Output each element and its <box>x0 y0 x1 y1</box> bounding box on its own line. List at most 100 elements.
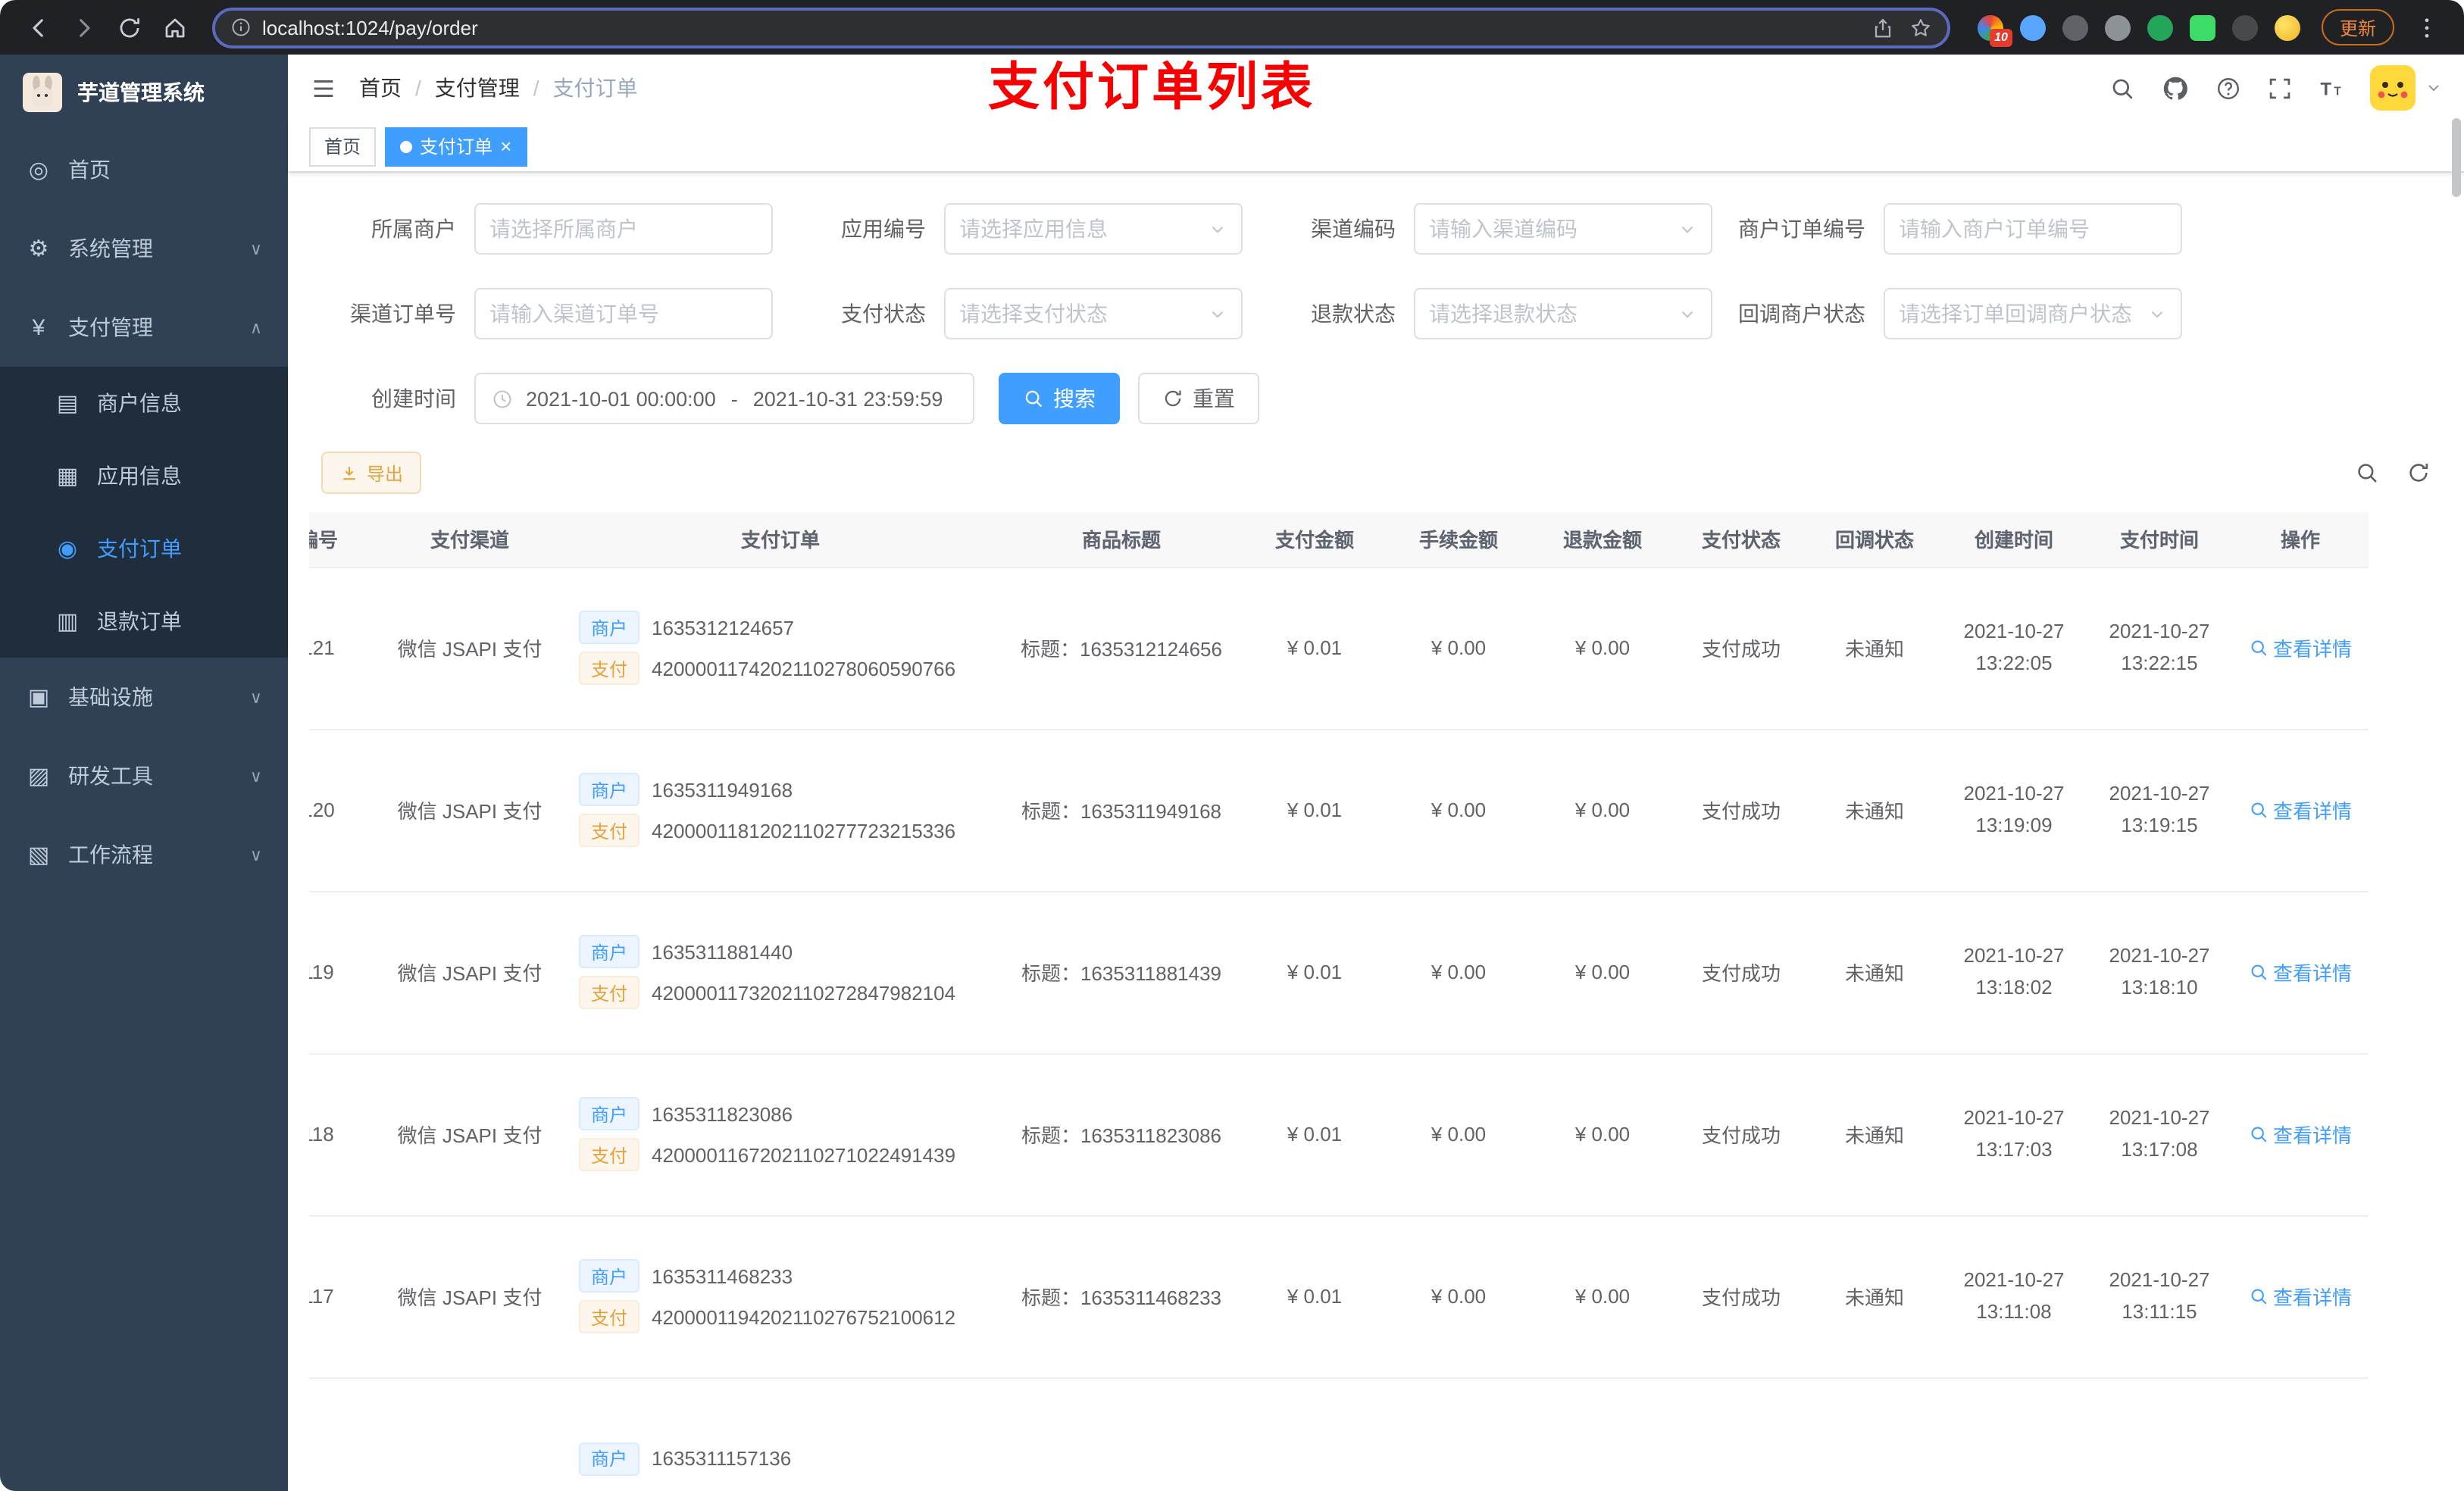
dark-circle-icon[interactable] <box>2062 14 2088 40</box>
field-label: 创建时间 <box>371 386 456 411</box>
pay-order-number: 4200001194202110276752100612 <box>652 1305 956 1328</box>
bookmark-star-icon[interactable] <box>1909 16 1932 39</box>
fullscreen-icon[interactable] <box>2267 75 2293 101</box>
emoji-face-icon[interactable] <box>2274 14 2300 40</box>
share-icon[interactable] <box>1871 16 1894 39</box>
search-icon[interactable] <box>2109 75 2135 101</box>
merchant-input[interactable] <box>489 217 758 241</box>
github-icon[interactable] <box>2161 73 2190 102</box>
app-no-select[interactable] <box>944 203 1243 255</box>
cell-created: 2021-10-27 13:11:08 <box>1941 1215 2087 1378</box>
user-menu[interactable] <box>2370 65 2443 111</box>
sidebar-item-pay-order[interactable]: ◉ 支付订单 <box>0 512 288 585</box>
back-icon <box>25 14 51 40</box>
refund-status-input[interactable] <box>1429 302 1670 326</box>
sidebar-item-refund-order[interactable]: ▥ 退款订单 <box>0 585 288 658</box>
pay-order-number: 4200001174202110278060590766 <box>652 657 956 680</box>
cell-actions: 查看详情 <box>2232 729 2369 892</box>
notify-status-input[interactable] <box>1899 302 2140 326</box>
cell-fee: ¥ 0.00 <box>1387 1215 1531 1378</box>
pay-order-number: 4200001173202110272847982104 <box>652 981 956 1004</box>
view-detail-link[interactable]: 查看详情 <box>2249 633 2352 662</box>
green-circle-icon[interactable] <box>2147 14 2173 40</box>
toggle-search-icon[interactable] <box>2355 461 2379 485</box>
channel-code-select[interactable] <box>1414 203 1712 255</box>
app-no-input[interactable] <box>959 217 1200 241</box>
gray-circle-icon[interactable] <box>2104 14 2131 40</box>
pay-tag: 支付 <box>579 976 640 1009</box>
merchant-order-number: 1635311949168 <box>652 778 793 801</box>
merchant-order-no-field[interactable] <box>1884 203 2182 255</box>
sidebar-item-infrastructure[interactable]: ▣ 基础设施 ∨ <box>0 658 288 736</box>
tab-home[interactable]: 首页 <box>309 127 377 166</box>
merchant-tag: 商户 <box>579 1097 640 1130</box>
cell-channel: 微信 JSAPI 支付 <box>379 567 561 730</box>
breadcrumb-pay-manage[interactable]: 支付管理 <box>435 73 520 103</box>
close-icon[interactable]: × <box>500 136 511 156</box>
sidebar-item-workflow[interactable]: ▧ 工作流程 ∨ <box>0 815 288 894</box>
table-header-cell: 手续金额 <box>1387 512 1531 567</box>
refund-status-select[interactable] <box>1414 288 1712 339</box>
extensions-colorful-icon[interactable]: 10 <box>1977 14 2012 46</box>
font-size-icon[interactable] <box>2319 75 2344 101</box>
chrome-menu-button[interactable] <box>2406 8 2446 47</box>
back-button[interactable] <box>18 8 58 47</box>
channel-code-input[interactable] <box>1429 217 1670 241</box>
cell-amount: ¥ 0.01 <box>1243 1215 1387 1378</box>
table-header-cell: 回调状态 <box>1808 512 1941 567</box>
sidebar-item-payment[interactable]: ¥ 支付管理 ∧ <box>0 288 288 367</box>
sidebar-item-label: 支付管理 <box>68 315 153 339</box>
create-time-range-picker[interactable]: 2021-10-01 00:00:00 - 2021-10-31 23:59:5… <box>474 373 974 424</box>
breadcrumb-home[interactable]: 首页 <box>359 73 402 103</box>
home-icon <box>161 14 187 40</box>
pay-status-select[interactable] <box>944 288 1243 339</box>
pay-status-input[interactable] <box>959 302 1200 326</box>
cell-notify: 未通知 <box>1808 891 1941 1054</box>
sidebar-item-merchant-info[interactable]: ▤ 商户信息 <box>0 367 288 439</box>
cell-refund: ¥ 0.00 <box>1531 891 1674 1054</box>
sidebar-item-system[interactable]: ⚙ 系统管理 ∨ <box>0 209 288 288</box>
tab-pay-order[interactable]: 支付订单 × <box>385 127 527 166</box>
blue-drop-icon[interactable] <box>2019 14 2046 40</box>
channel-order-no-field[interactable] <box>474 288 773 339</box>
notify-status-select[interactable] <box>1884 288 2182 339</box>
filter-notify-status: 回调商户状态 <box>1728 288 2182 339</box>
forward-button[interactable] <box>64 8 103 47</box>
cell-actions: 查看详情 <box>2232 567 2369 730</box>
user-avatar <box>2370 65 2416 111</box>
cell-id: 120 <box>309 729 379 892</box>
view-detail-link[interactable]: 查看详情 <box>2249 1282 2352 1311</box>
view-detail-link[interactable]: 查看详情 <box>2249 958 2352 986</box>
sidebar-item-home[interactable]: ◎ 首页 <box>0 130 288 209</box>
table-header-cell: 编号 <box>309 512 379 567</box>
filter-channel-order-no: 渠道订单号 <box>318 288 773 339</box>
address-bar[interactable]: localhost:1024/pay/order <box>212 7 1950 48</box>
merchant-select[interactable] <box>474 203 773 255</box>
green-chat-icon[interactable] <box>2189 14 2215 40</box>
refresh-icon[interactable] <box>2406 461 2431 485</box>
chrome-update-button[interactable]: 更新 <box>2321 9 2394 45</box>
chevron-down-icon: ∨ <box>249 240 262 258</box>
pay-order-number: 4200001181202110277723215336 <box>652 819 956 842</box>
merchant-order-no-input[interactable] <box>1899 217 2167 241</box>
cell-created: 2021-10-27 13:22:05 <box>1941 567 2087 730</box>
pay-order-number: 4200001167202110271022491439 <box>652 1143 956 1166</box>
view-detail-link[interactable]: 查看详情 <box>2249 796 2352 824</box>
site-info-icon[interactable] <box>230 17 252 38</box>
reset-button[interactable]: 重置 <box>1138 373 1259 424</box>
view-detail-link[interactable]: 查看详情 <box>2249 1120 2352 1149</box>
search-button[interactable]: 搜索 <box>999 373 1120 424</box>
sidebar-toggle-icon[interactable] <box>309 73 338 102</box>
cell-id: 121 <box>309 567 379 730</box>
channel-order-no-input[interactable] <box>489 302 758 326</box>
export-button[interactable]: 导出 <box>321 452 422 494</box>
sidebar-item-app-info[interactable]: ▦ 应用信息 <box>0 439 288 512</box>
sidebar-item-dev-tools[interactable]: ▨ 研发工具 ∨ <box>0 736 288 815</box>
tab-label: 首页 <box>324 136 361 158</box>
cell-title: 标题：1635311881439 <box>1000 891 1243 1054</box>
help-icon[interactable] <box>2215 75 2241 101</box>
dark-pin-icon[interactable] <box>2231 14 2258 40</box>
reload-button[interactable] <box>109 8 149 47</box>
scrollbar-thumb[interactable] <box>2452 118 2461 197</box>
home-button[interactable] <box>155 8 194 47</box>
